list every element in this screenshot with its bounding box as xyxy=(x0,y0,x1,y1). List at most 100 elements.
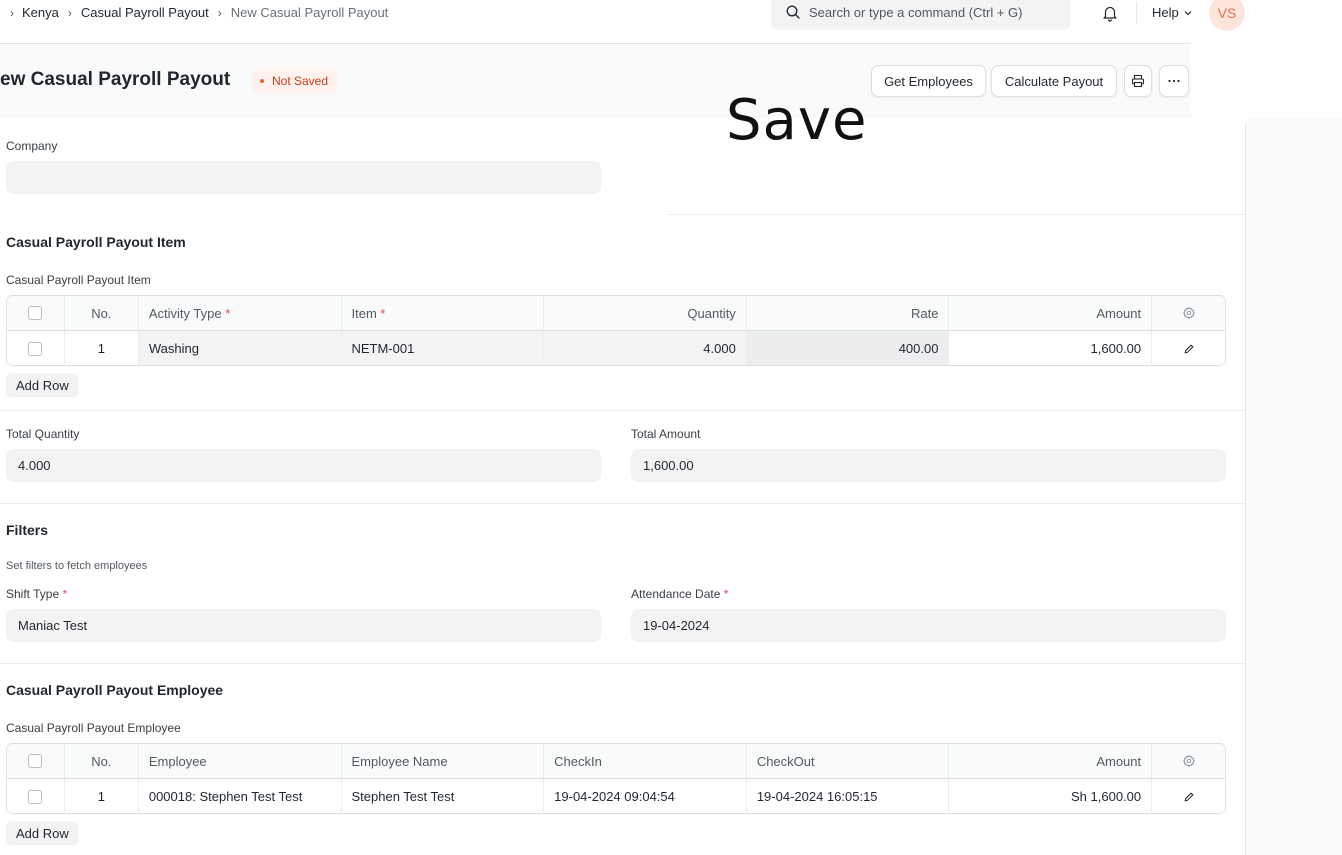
total-amount-field: 1,600.00 xyxy=(631,449,1226,482)
row-checkbox[interactable] xyxy=(28,341,43,356)
employee-section-title: Casual Payroll Payout Employee xyxy=(6,682,224,698)
more-button[interactable] xyxy=(1159,65,1189,97)
navbar: › Kenya › Casual Payroll Payout › New Ca… xyxy=(0,0,1245,44)
payout-items-table: No. Activity Type * Item * Quantity Rate… xyxy=(6,295,1226,366)
row-select-cell xyxy=(7,779,65,813)
section-divider xyxy=(0,663,1245,664)
section-divider xyxy=(0,410,1245,411)
column-settings[interactable] xyxy=(1152,296,1225,330)
required-marker: * xyxy=(723,587,729,601)
status-text: Not Saved xyxy=(272,74,329,88)
select-all-cell xyxy=(7,296,65,330)
filters-description: Set filters to fetch employees xyxy=(6,560,148,572)
chevron-right-icon: › xyxy=(67,5,72,20)
edit-pencil-icon xyxy=(1183,791,1195,803)
breadcrumb-kenya[interactable]: Kenya xyxy=(22,5,59,20)
page-title: ew Casual Payroll Payout xyxy=(0,69,231,90)
page-gutter xyxy=(1246,118,1342,855)
header-amount: Amount xyxy=(949,296,1153,330)
header-rate: Rate xyxy=(747,296,950,330)
header-item-text: Item xyxy=(351,305,377,321)
activity-type-cell[interactable]: Washing xyxy=(138,331,342,365)
header-employee: Employee xyxy=(139,744,342,778)
edit-row-cell[interactable] xyxy=(1152,331,1225,365)
section-divider xyxy=(0,503,1245,504)
header-no: No. xyxy=(65,744,139,778)
add-row-button[interactable]: Add Row xyxy=(6,373,79,397)
total-quantity-label: Total Quantity xyxy=(6,427,80,441)
checkin-cell[interactable]: 19-04-2024 09:04:54 xyxy=(544,779,747,813)
search-bar[interactable]: Search or type a command (Ctrl + G) xyxy=(771,0,1071,30)
row-checkbox[interactable] xyxy=(28,789,43,804)
navbar-divider xyxy=(1136,2,1137,24)
checkout-cell[interactable]: 19-04-2024 16:05:15 xyxy=(747,779,950,813)
save-overlay-text: Save xyxy=(726,88,868,153)
employee-table-label: Casual Payroll Payout Employee xyxy=(6,721,181,735)
status-dot-icon xyxy=(260,79,264,83)
gear-icon xyxy=(1182,306,1196,320)
employee-cell[interactable]: 000018: Stephen Test Test xyxy=(139,779,342,813)
calculate-payout-button[interactable]: Calculate Payout xyxy=(991,65,1117,97)
row-no: 1 xyxy=(65,779,139,813)
help-dropdown[interactable]: Help xyxy=(1152,5,1193,20)
edit-pencil-icon xyxy=(1183,343,1195,355)
amount-cell[interactable]: Sh 1,600.00 xyxy=(949,779,1153,813)
required-marker: * xyxy=(380,305,386,321)
attendance-date-label-text: Attendance Date xyxy=(631,587,721,601)
employee-name-cell[interactable]: Stephen Test Test xyxy=(342,779,545,813)
shift-type-label: Shift Type * xyxy=(6,587,67,601)
payout-employees-table: No. Employee Employee Name CheckIn Check… xyxy=(6,743,1226,814)
header-amount: Amount xyxy=(949,744,1153,778)
amount-cell: 1,600.00 xyxy=(949,331,1153,365)
row-select-cell xyxy=(7,331,65,365)
table-row[interactable]: 1 Washing NETM-001 4.000 400.00 1,600.00 xyxy=(7,331,1225,365)
rate-cell[interactable]: 400.00 xyxy=(746,331,950,365)
more-horizontal-icon xyxy=(1166,73,1182,89)
printer-icon xyxy=(1130,73,1146,89)
select-all-checkbox[interactable] xyxy=(28,306,43,320)
print-button[interactable] xyxy=(1124,65,1152,97)
edit-row-cell[interactable] xyxy=(1152,779,1225,813)
breadcrumb-casual-payroll-payout[interactable]: Casual Payroll Payout xyxy=(81,5,209,20)
item-cell[interactable]: NETM-001 xyxy=(341,331,545,365)
get-employees-button[interactable]: Get Employees xyxy=(871,65,986,97)
total-amount-label: Total Amount xyxy=(631,427,701,441)
table-header: No. Employee Employee Name CheckIn Check… xyxy=(7,744,1225,779)
required-marker: * xyxy=(62,587,68,601)
search-icon xyxy=(785,4,801,20)
attendance-date-label: Attendance Date * xyxy=(631,587,728,601)
payout-item-table-label: Casual Payroll Payout Item xyxy=(6,273,151,287)
header-quantity: Quantity xyxy=(544,296,747,330)
header-checkin: CheckIn xyxy=(544,744,747,778)
chevron-right-icon: › xyxy=(217,5,222,20)
header-checkout: CheckOut xyxy=(747,744,950,778)
header-activity-type-text: Activity Type xyxy=(148,305,222,321)
header-employee-name: Employee Name xyxy=(342,744,545,778)
select-all-checkbox[interactable] xyxy=(28,754,43,768)
header-activity-type: Activity Type * xyxy=(139,296,342,330)
quantity-cell[interactable]: 4.000 xyxy=(544,331,747,365)
status-badge: Not Saved xyxy=(252,69,339,93)
company-label: Company xyxy=(6,139,58,153)
shift-type-field[interactable]: Maniac Test xyxy=(6,609,601,642)
header-no: No. xyxy=(65,296,139,330)
filters-section-title: Filters xyxy=(6,522,49,538)
help-label: Help xyxy=(1152,5,1179,20)
attendance-date-field[interactable]: 19-04-2024 xyxy=(631,609,1226,642)
section-divider xyxy=(668,214,1245,215)
column-settings[interactable] xyxy=(1152,744,1225,778)
add-row-button[interactable]: Add Row xyxy=(6,821,79,845)
breadcrumb-current: New Casual Payroll Payout xyxy=(230,5,389,20)
avatar[interactable]: VS xyxy=(1209,0,1245,31)
total-quantity-field: 4.000 xyxy=(6,449,601,482)
chevron-right-icon: › xyxy=(10,5,14,20)
company-field[interactable] xyxy=(6,161,601,194)
table-row[interactable]: 1 000018: Stephen Test Test Stephen Test… xyxy=(7,779,1225,813)
page-head: ew Casual Payroll Payout Not Saved Get E… xyxy=(0,45,1191,118)
chevron-down-icon xyxy=(1183,8,1193,18)
notification-bell-icon[interactable] xyxy=(1101,4,1119,22)
select-all-cell xyxy=(7,744,65,778)
breadcrumb: › Kenya › Casual Payroll Payout › New Ca… xyxy=(10,5,388,20)
row-no: 1 xyxy=(65,331,139,365)
required-marker: * xyxy=(225,305,231,321)
